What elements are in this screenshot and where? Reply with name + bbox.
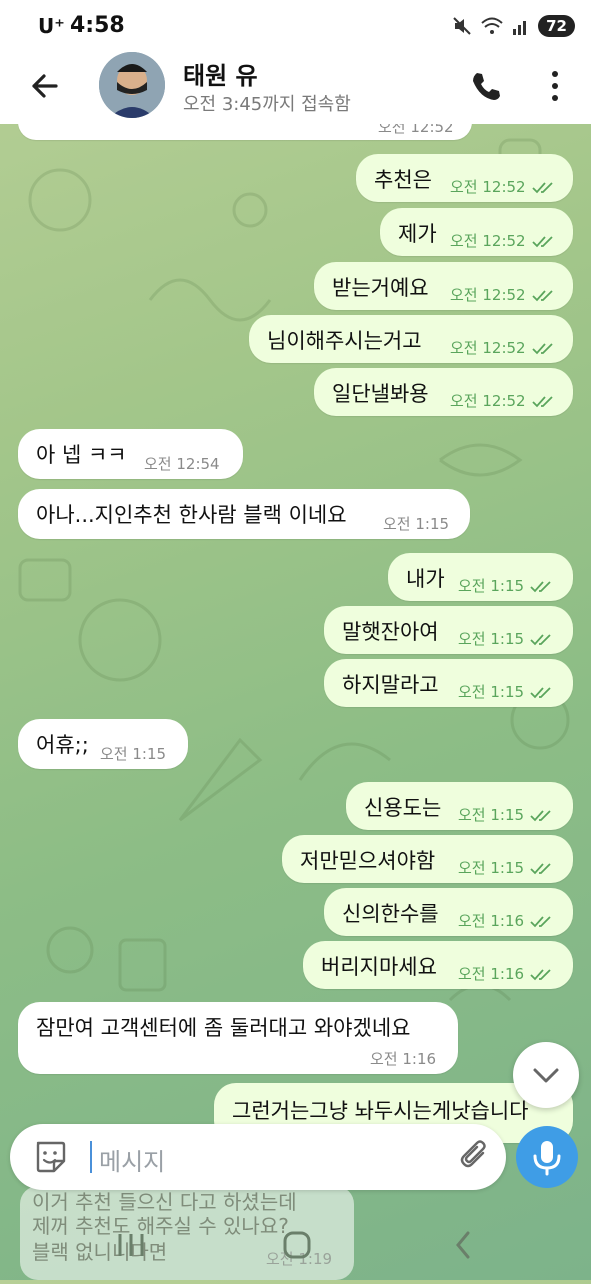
message-time: 오전 1:15 [383, 515, 450, 533]
message-bubble-outgoing[interactable]: 받는거예요 오전 12:52 [314, 262, 573, 310]
message-text: 저만믿으셔야함 [300, 849, 436, 873]
message-time: 오전 12:52 [450, 337, 556, 358]
message-text: 버리지마세요 [321, 955, 437, 979]
message-time: 오전 1:15 [100, 745, 167, 763]
message-bubble-outgoing[interactable]: 신용도는 오전 1:15 [346, 782, 573, 830]
message-time: 오전 12:52 [450, 390, 556, 411]
message-bubble-incoming[interactable]: 아나...지인추천 한사람 블랙 이네요 오전 1:15 [18, 489, 470, 539]
message-input[interactable]: 메시지 [99, 1142, 165, 1177]
message-text: 제가 [398, 222, 437, 246]
sticker-icon[interactable] [32, 1139, 68, 1175]
message-time: 오전 12:54 [144, 455, 220, 473]
message-time: 오전 1:15 [458, 804, 554, 825]
read-check-icon [530, 633, 551, 645]
phone-icon[interactable] [469, 70, 501, 102]
microphone-button[interactable] [516, 1126, 578, 1188]
paperclip-icon[interactable] [458, 1140, 492, 1174]
message-bubble-outgoing[interactable]: 추천은 오전 12:52 [356, 154, 573, 202]
message-time: 오전 12:52 [450, 230, 556, 251]
read-check-icon [531, 181, 553, 193]
message-time: 오전 1:16 [458, 963, 554, 984]
message-bubble-incoming[interactable]: 아 넵 ㅋㅋ 오전 12:54 [18, 429, 243, 479]
home-icon[interactable] [283, 1231, 311, 1259]
message-text: 그런거는그냥 놔두시는게낫습니다 [232, 1099, 529, 1123]
scroll-to-bottom-button[interactable] [513, 1042, 579, 1108]
message-bubble-outgoing[interactable]: 말햇잔아여 오전 1:15 [324, 606, 573, 654]
read-check-icon [531, 395, 553, 407]
signal-icon [513, 21, 527, 35]
message-bubble-incoming[interactable]: 어휴;; 오전 1:15 [18, 719, 188, 769]
message-time: 오전 12:52 [450, 284, 556, 305]
chevron-down-icon [533, 1068, 559, 1083]
message-text: 님이해주시는거고 [267, 329, 422, 353]
contact-name[interactable]: 태원 유 [183, 56, 258, 91]
message-bubble-outgoing[interactable]: 하지말라고 오전 1:15 [324, 659, 573, 707]
status-bar: U⁺ 4:58 72 [0, 0, 591, 52]
read-check-icon [530, 809, 551, 821]
more-vertical-icon[interactable] [549, 68, 561, 104]
message-bubble-outgoing[interactable]: 저만믿으셔야함 오전 1:15 [282, 835, 573, 883]
last-seen-status: 오전 3:45까지 접속함 [183, 94, 351, 115]
message-bubble-outgoing[interactable]: 내가 오전 1:15 [388, 553, 573, 601]
message-time: 오전 1:16 [458, 910, 554, 931]
message-text: 일단낼봐용 [332, 382, 429, 406]
message-bubble-incoming[interactable]: 잠만여 고객센터에 좀 둘러대고 와야겠네요 오전 1:16 [18, 1002, 458, 1074]
read-check-icon [531, 235, 553, 247]
avatar[interactable] [99, 52, 165, 118]
recent-apps-icon[interactable] [118, 1234, 144, 1256]
message-time: 오전 1:15 [458, 628, 554, 649]
read-check-icon [530, 580, 551, 592]
message-text: 추천은 [374, 168, 432, 192]
message-time: 오전 12:52 [450, 176, 556, 197]
read-check-icon [530, 862, 551, 874]
message-time: 오전 1:15 [458, 575, 554, 596]
message-bubble-outgoing[interactable]: 제가 오전 12:52 [380, 208, 573, 256]
status-icons: 72 [452, 12, 575, 40]
message-text: 받는거예요 [332, 276, 429, 300]
chat-header: 태원 유 오전 3:45까지 접속함 [0, 52, 591, 124]
message-text: 신용도는 [364, 796, 442, 820]
message-text: 하지말라고 [342, 673, 439, 697]
message-text: 아 넵 ㅋㅋ [36, 443, 127, 467]
carrier-label: U⁺ [38, 14, 65, 38]
message-text: 신의한수를 [342, 902, 439, 926]
microphone-icon [533, 1141, 561, 1176]
read-check-icon [531, 289, 553, 301]
arrow-left-icon[interactable] [26, 68, 62, 104]
message-bubble-outgoing[interactable]: 버리지마세요 오전 1:16 [303, 941, 573, 989]
back-nav-icon[interactable] [456, 1231, 470, 1259]
message-text: 아나...지인추천 한사람 블랙 이네요 [36, 503, 347, 527]
message-text: 내가 [406, 567, 445, 591]
text-cursor [90, 1141, 92, 1173]
message-bubble-outgoing[interactable]: 님이해주시는거고 오전 12:52 [249, 315, 573, 363]
read-check-icon [530, 915, 551, 927]
message-time: 오전 1:15 [458, 857, 554, 878]
read-check-icon [530, 968, 551, 980]
read-check-icon [530, 686, 551, 698]
system-nav-bar [0, 1212, 591, 1280]
clock: 4:58 [70, 13, 125, 38]
message-text: 말햇잔아여 [342, 620, 439, 644]
message-composer: 메시지 [10, 1124, 506, 1190]
read-check-icon [531, 342, 553, 354]
message-time: 오전 1:16 [370, 1050, 437, 1068]
battery-indicator: 72 [538, 15, 575, 37]
mute-icon [453, 17, 471, 35]
message-time: 오전 1:15 [458, 681, 554, 702]
message-text: 잠만여 고객센터에 좀 둘러대고 와야겠네요 [36, 1016, 411, 1040]
message-bubble-outgoing[interactable]: 신의한수를 오전 1:16 [324, 888, 573, 936]
message-text: 어휴;; [36, 733, 89, 757]
message-bubble-outgoing[interactable]: 일단낼봐용 오전 12:52 [314, 368, 573, 416]
wifi-icon [481, 17, 503, 34]
